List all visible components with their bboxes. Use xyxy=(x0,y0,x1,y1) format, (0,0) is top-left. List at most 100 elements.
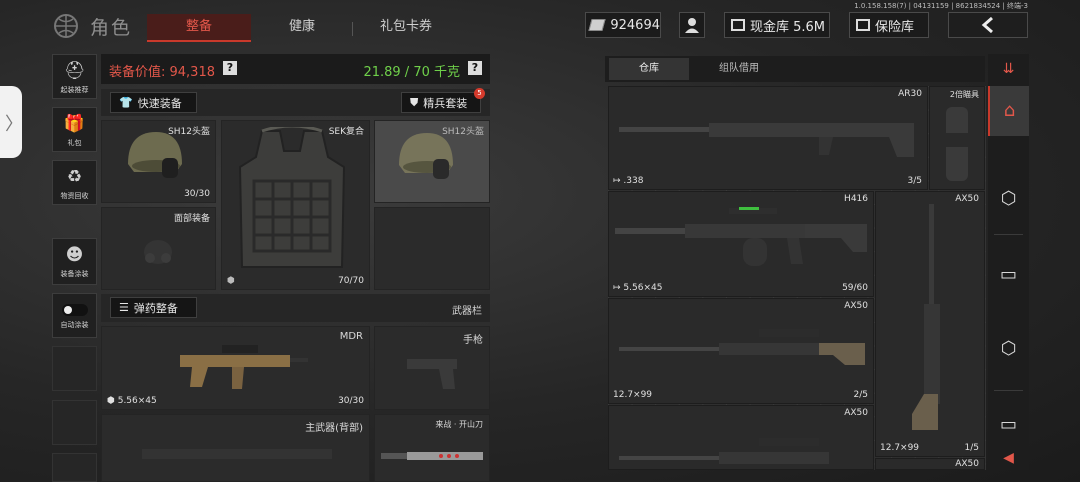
gas-mask-icon xyxy=(144,240,172,264)
elite-kit-button[interactable]: ⛊ 精兵套装 5 xyxy=(401,88,485,113)
magazine-count: 30/30 xyxy=(338,396,364,406)
helmet-alt-slot[interactable]: SH12头盔 xyxy=(374,120,490,203)
helmet-recommend-icon: ⛑ xyxy=(63,61,86,81)
item-name: AX50 xyxy=(955,194,979,204)
tab-divider xyxy=(352,22,353,36)
face-gear-slot[interactable]: 面部装备 xyxy=(101,207,216,290)
storage-item-ar30[interactable]: AR30 ↦ .338 3/5 xyxy=(608,86,928,190)
sidebar-label: 起装推荐 xyxy=(60,86,89,94)
storage-tabs: 仓库 组队借用 xyxy=(605,56,985,82)
sidebar-empty-slot xyxy=(52,453,97,482)
machete-icon xyxy=(381,452,483,460)
storage-item-ax50[interactable]: AX50 xyxy=(608,405,874,470)
chevron-right-icon: 〉 xyxy=(5,114,23,135)
profile-button[interactable] xyxy=(679,12,705,38)
melee-slot[interactable]: 来战 · 开山刀 xyxy=(374,414,490,482)
chevron-left-icon xyxy=(981,17,993,33)
helmet-icon xyxy=(399,133,453,179)
sidebar-label: 装备涂装 xyxy=(60,270,89,278)
weapons-bar-label: 武器栏 xyxy=(452,306,482,317)
pistol-slot[interactable]: 手枪 xyxy=(374,326,490,410)
sidebar-auto-paint[interactable]: 自动涂装 xyxy=(52,293,97,338)
currency-amount: 924694 xyxy=(610,17,660,33)
edge-drawer-handle[interactable]: 〉 xyxy=(0,86,23,158)
tab-equip[interactable]: 整备 xyxy=(147,14,251,42)
box-icon[interactable]: ⬡ xyxy=(988,174,1029,224)
sidebar-loadout-recommend[interactable]: ⛑ 起装推荐 xyxy=(52,54,97,99)
storage-side-nav: ⇊ ⌂ ⬡ ▭ ⬡ ▭ ◀ xyxy=(988,54,1029,470)
nav-divider xyxy=(994,390,1023,391)
sniper-rifle-icon xyxy=(619,329,865,365)
safe-icon xyxy=(856,19,870,31)
globe-logo-icon xyxy=(54,14,78,38)
sidebar-label: 礼包 xyxy=(67,139,82,147)
item-name: 2倍瞄具 xyxy=(949,90,979,99)
back-weapon-slot[interactable]: 主武器(背部) xyxy=(101,414,370,482)
sidebar-recycle[interactable]: ♻ 物资回收 xyxy=(52,160,97,205)
elite-kit-label: 精兵套装 xyxy=(423,96,468,110)
storage-item-scope[interactable]: 2倍瞄具 xyxy=(929,86,985,190)
safe-button[interactable]: 保险库 xyxy=(849,12,929,38)
page-title: 角色 xyxy=(90,17,133,39)
loadout-header: 装备价值: 94,318 ? 21.89 / 70 千克 ? xyxy=(101,54,490,84)
item-name: H416 xyxy=(844,194,868,204)
ammo-icon: ⬢ xyxy=(107,396,118,406)
empty-gear-slot[interactable] xyxy=(374,207,490,290)
nav-divider xyxy=(994,234,1023,235)
rifle-silhouette-icon xyxy=(142,449,332,459)
ammo-equip-button[interactable]: ☰ 弹药整备 xyxy=(110,297,197,318)
notification-badge: 5 xyxy=(474,88,485,99)
carry-weight: 21.89 / 70 千克 xyxy=(363,65,460,80)
slot-name: MDR xyxy=(339,331,363,342)
auto-paint-toggle[interactable] xyxy=(61,304,88,316)
storage-item-ax50[interactable]: AX50 xyxy=(875,458,985,470)
item-name: AX50 xyxy=(955,459,979,469)
bullpup-rifle-icon xyxy=(180,345,308,389)
helmet-slot[interactable]: SH12头盔 30/30 xyxy=(101,120,216,203)
durability: 70/70 xyxy=(338,276,364,286)
item-name: AX50 xyxy=(844,408,868,418)
quick-equip-label: 快速装备 xyxy=(137,96,182,110)
crate-icon[interactable]: ▭ xyxy=(988,400,1029,450)
tab-gift-cards[interactable]: 礼包卡券 xyxy=(360,14,452,42)
paint-skin-icon: ☻ xyxy=(65,245,84,265)
gift-icon: 🎁 xyxy=(63,114,86,134)
sidebar-paint-skin[interactable]: ☻ 装备涂装 xyxy=(52,238,97,285)
pistol-icon xyxy=(407,359,457,389)
package-icon: ⬢ xyxy=(227,276,235,286)
sidebar-label: 物资回收 xyxy=(60,192,89,200)
storage-item-h416[interactable]: H416 ↦ 5.56×45 59/60 xyxy=(608,191,874,297)
equip-value-help-icon[interactable]: ? xyxy=(223,61,237,75)
ammo-type: ↦ .338 xyxy=(613,176,644,186)
slot-name: 手枪 xyxy=(463,335,483,346)
item-name: AX50 xyxy=(844,301,868,311)
tab-health[interactable]: 健康 xyxy=(260,14,344,42)
tab-warehouse[interactable]: 仓库 xyxy=(609,58,689,80)
sort-icon[interactable]: ⇊ xyxy=(988,54,1029,84)
weight-help-icon[interactable]: ? xyxy=(468,61,482,75)
home-icon[interactable]: ⌂ xyxy=(988,86,1029,136)
magazine-count: 3/5 xyxy=(907,176,922,186)
box-icon[interactable]: ⬡ xyxy=(988,324,1029,374)
primary-weapon-slot[interactable]: MDR ⬢ 5.56×45 30/30 xyxy=(101,326,370,410)
vault-icon xyxy=(731,19,745,31)
crate-icon[interactable]: ▭ xyxy=(988,250,1029,300)
storage-item-ax50[interactable]: AX50 12.7×99 2/5 xyxy=(608,298,874,404)
armor-slot[interactable]: SEK复合 ⬢ 70/70 xyxy=(221,120,370,290)
tab-team-borrow[interactable]: 组队借用 xyxy=(693,58,785,80)
shield-icon: ⛊ xyxy=(410,95,419,109)
sidebar-gift[interactable]: 🎁 礼包 xyxy=(52,107,97,152)
ammo-type: ⬢ 5.56×45 xyxy=(107,396,157,406)
arrow-left-icon[interactable]: ◀ xyxy=(988,446,1029,470)
equipment-value: 装备价值: 94,318 xyxy=(109,65,215,80)
currency-display[interactable]: 924694 xyxy=(585,12,661,38)
loadout-toolbar: 👕 快速装备 ⛊ 精兵套装 5 xyxy=(101,88,490,116)
storage-item-ax50-vertical[interactable]: AX50 12.7×99 1/5 xyxy=(875,191,985,457)
ammo-icon: ↦ xyxy=(613,176,624,186)
ammo-icon: ☰ xyxy=(119,301,129,314)
scope-icon xyxy=(942,107,972,181)
cash-vault-button[interactable]: 现金库 5.6M xyxy=(724,12,830,38)
back-button[interactable] xyxy=(948,12,1028,38)
quick-equip-button[interactable]: 👕 快速装备 xyxy=(110,92,197,113)
sniper-rifle-icon xyxy=(619,438,829,464)
